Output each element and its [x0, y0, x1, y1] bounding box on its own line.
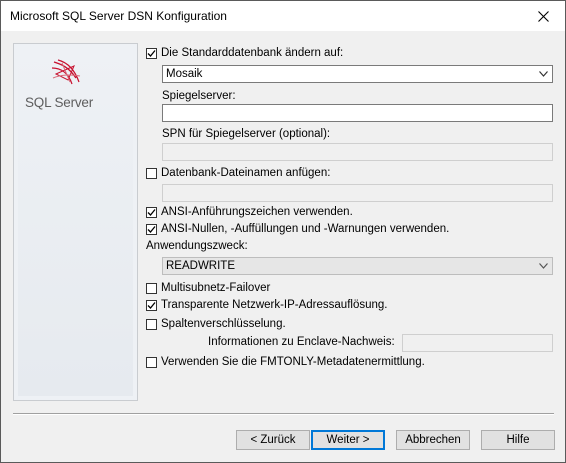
enclave-attestation-label: Informationen zu Enclave-Nachweis:	[208, 336, 395, 348]
sql-server-logo-icon	[51, 59, 81, 85]
footer-separator	[13, 413, 554, 415]
multisubnet-failover-checkbox[interactable]	[146, 283, 157, 294]
chevron-down-icon	[539, 263, 548, 269]
ansi-quotes-checkbox[interactable]	[146, 207, 157, 218]
dsn-config-dialog: Microsoft SQL Server DSN Konfiguration S…	[0, 0, 566, 463]
fmtonly-label: Verwenden Sie die FMTONLY-Metadatenermit…	[161, 356, 425, 368]
help-button[interactable]: Hilfe	[481, 430, 555, 450]
mirror-server-input[interactable]	[162, 104, 553, 122]
checkmark-icon	[147, 209, 156, 216]
enclave-attestation-input[interactable]	[402, 334, 553, 352]
transparent-ip-label: Transparente Netzwerk-IP-Adressauflösung…	[161, 299, 388, 311]
next-button[interactable]: Weiter >	[311, 430, 385, 450]
attach-db-filename-input[interactable]	[162, 184, 553, 202]
back-button[interactable]: < Zurück	[236, 430, 310, 450]
fmtonly-checkbox[interactable]	[146, 357, 157, 368]
close-button[interactable]	[530, 4, 556, 28]
spn-mirror-input[interactable]	[162, 143, 553, 161]
sql-server-logo-text: SQL Server	[25, 95, 94, 110]
application-intent-value: READWRITE	[166, 260, 235, 272]
transparent-ip-checkbox[interactable]	[146, 300, 157, 311]
column-encryption-checkbox[interactable]	[146, 319, 157, 330]
close-icon	[537, 10, 549, 22]
column-encryption-label: Spaltenverschlüsselung.	[161, 318, 286, 330]
chevron-down-icon	[539, 71, 548, 77]
application-intent-select[interactable]: READWRITE	[162, 257, 553, 275]
checkmark-icon	[147, 302, 156, 309]
multisubnet-failover-label: Multisubnetz-Failover	[161, 282, 271, 294]
change-default-db-label: Die Standarddatenbank ändern auf:	[161, 47, 344, 59]
title-bar: Microsoft SQL Server DSN Konfiguration	[1, 1, 565, 31]
checkmark-icon	[147, 50, 156, 57]
sidebar-panel: SQL Server	[13, 43, 138, 401]
ansi-nulls-label: ANSI-Nullen, -Auffüllungen und -Warnunge…	[161, 223, 450, 235]
ansi-nulls-checkbox[interactable]	[146, 224, 157, 235]
attach-db-filename-checkbox[interactable]	[146, 168, 157, 179]
checkmark-icon	[147, 226, 156, 233]
default-db-select[interactable]: Mosaik	[162, 65, 553, 83]
change-default-db-checkbox[interactable]	[146, 48, 157, 59]
window-title: Microsoft SQL Server DSN Konfiguration	[10, 9, 227, 23]
application-intent-label: Anwendungszweck:	[146, 240, 248, 252]
default-db-value: Mosaik	[166, 68, 203, 80]
mirror-server-label: Spiegelserver:	[162, 90, 236, 102]
ansi-quotes-label: ANSI-Anführungszeichen verwenden.	[161, 206, 353, 218]
spn-mirror-label: SPN für Spiegelserver (optional):	[162, 128, 331, 140]
cancel-button[interactable]: Abbrechen	[396, 430, 470, 450]
attach-db-filename-label: Datenbank-Dateinamen anfügen:	[161, 167, 331, 179]
sidebar-background: SQL Server	[18, 48, 133, 396]
